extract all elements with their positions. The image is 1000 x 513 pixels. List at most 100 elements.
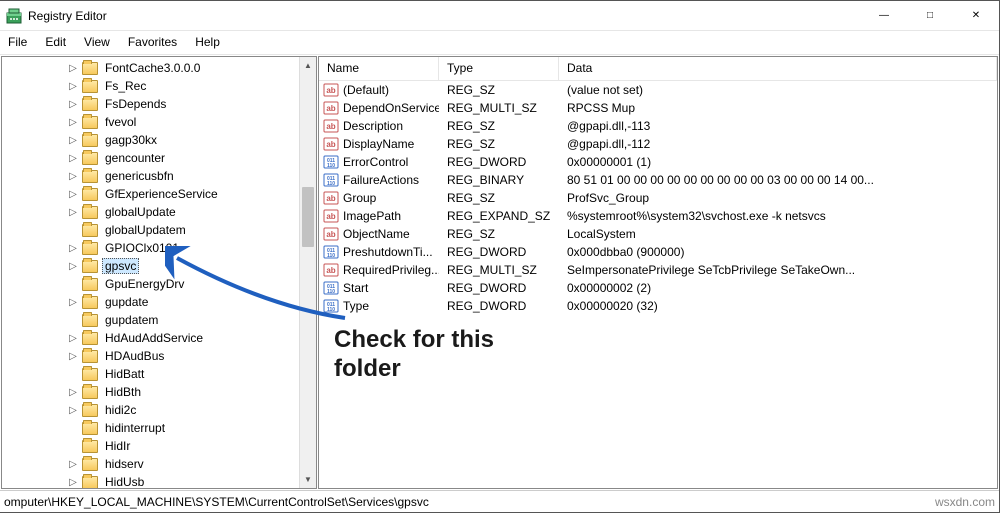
tree-item[interactable]: HidIr [82, 437, 316, 455]
value-name: Group [343, 191, 376, 205]
col-header-type[interactable]: Type [439, 57, 559, 80]
value-row[interactable]: abGroupREG_SZProfSvc_Group [319, 189, 997, 207]
value-name: PreshutdownTi... [343, 245, 433, 259]
tree-item[interactable]: HidBatt [82, 365, 316, 383]
chevron-right-icon[interactable]: ▷ [66, 97, 80, 111]
value-row[interactable]: abDependOnServiceREG_MULTI_SZRPCSS Mup [319, 99, 997, 117]
tree-item[interactable]: ▷GfExperienceService [82, 185, 316, 203]
folder-icon [82, 80, 98, 93]
tree-item[interactable]: ▷HidUsb [82, 473, 316, 489]
menu-file[interactable]: File [0, 33, 35, 51]
menu-help[interactable]: Help [187, 33, 228, 51]
tree-item[interactable]: ▷gagp30kx [82, 131, 316, 149]
tree-item[interactable]: gupdatem [82, 311, 316, 329]
chevron-right-icon[interactable]: ▷ [66, 403, 80, 417]
tree-item[interactable]: ▷GPIOClx0101 [82, 239, 316, 257]
string-value-icon: ab [323, 82, 339, 98]
col-header-data[interactable]: Data [559, 57, 997, 80]
chevron-right-icon[interactable]: ▷ [66, 385, 80, 399]
status-path: omputer\HKEY_LOCAL_MACHINE\SYSTEM\Curren… [4, 495, 429, 509]
value-row[interactable]: ab(Default)REG_SZ(value not set) [319, 81, 997, 99]
tree-item[interactable]: ▷HdAudAddService [82, 329, 316, 347]
tree-item[interactable]: ▷fvevol [82, 113, 316, 131]
maximize-button[interactable]: □ [907, 1, 953, 30]
tree-item[interactable]: globalUpdatem [82, 221, 316, 239]
tree-item[interactable]: ▷Fs_Rec [82, 77, 316, 95]
menu-view[interactable]: View [76, 33, 118, 51]
chevron-right-icon[interactable]: ▷ [66, 475, 80, 489]
chevron-right-icon[interactable]: ▷ [66, 241, 80, 255]
value-row[interactable]: 011110TypeREG_DWORD0x00000020 (32) [319, 297, 997, 315]
tree-item[interactable]: ▷gencounter [82, 149, 316, 167]
col-header-name[interactable]: Name [319, 57, 439, 80]
value-name: DependOnService [343, 101, 439, 115]
chevron-right-icon[interactable]: ▷ [66, 295, 80, 309]
scroll-down-icon[interactable]: ▼ [300, 471, 316, 488]
value-row[interactable]: abRequiredPrivileg...REG_MULTI_SZSeImper… [319, 261, 997, 279]
tree-item[interactable]: ▷HidBth [82, 383, 316, 401]
minimize-button[interactable]: — [861, 1, 907, 30]
tree-item[interactable]: ▷genericusbfn [82, 167, 316, 185]
tree-item[interactable]: ▷FsDepends [82, 95, 316, 113]
folder-icon [82, 296, 98, 309]
folder-icon [82, 458, 98, 471]
content-area: ▷FontCache3.0.0.0▷Fs_Rec▷FsDepends▷fvevo… [0, 55, 999, 490]
value-row[interactable]: 011110ErrorControlREG_DWORD0x00000001 (1… [319, 153, 997, 171]
chevron-right-icon[interactable]: ▷ [66, 151, 80, 165]
chevron-right-icon[interactable]: ▷ [66, 457, 80, 471]
value-row[interactable]: abObjectNameREG_SZLocalSystem [319, 225, 997, 243]
svg-text:ab: ab [326, 230, 335, 239]
window-controls: — □ ✕ [861, 1, 999, 30]
tree-item-label: HidUsb [102, 474, 147, 489]
chevron-right-icon[interactable]: ▷ [66, 331, 80, 345]
tree-item[interactable]: ▷globalUpdate [82, 203, 316, 221]
value-row[interactable]: 011110PreshutdownTi...REG_DWORD0x000dbba… [319, 243, 997, 261]
value-row[interactable]: 011110StartREG_DWORD0x00000002 (2) [319, 279, 997, 297]
chevron-right-icon[interactable]: ▷ [66, 79, 80, 93]
tree-item[interactable]: ▷gpsvc [82, 257, 316, 275]
menu-edit[interactable]: Edit [37, 33, 74, 51]
menu-favorites[interactable]: Favorites [120, 33, 185, 51]
chevron-right-icon[interactable]: ▷ [66, 259, 80, 273]
value-data: 0x00000002 (2) [559, 281, 997, 295]
values-pane: Name Type Data ab(Default)REG_SZ(value n… [318, 56, 998, 489]
tree-item[interactable]: ▷FontCache3.0.0.0 [82, 59, 316, 77]
chevron-right-icon[interactable]: ▷ [66, 187, 80, 201]
tree-item[interactable]: hidinterrupt [82, 419, 316, 437]
value-name: Description [343, 119, 403, 133]
value-name: ImagePath [343, 209, 401, 223]
tree-item[interactable]: ▷hidi2c [82, 401, 316, 419]
folder-icon [82, 350, 98, 363]
svg-text:ab: ab [326, 266, 335, 275]
scroll-up-icon[interactable]: ▲ [300, 57, 316, 74]
tree-scrollbar[interactable]: ▲ ▼ [299, 57, 316, 488]
registry-tree[interactable]: ▷FontCache3.0.0.0▷Fs_Rec▷FsDepends▷fvevo… [2, 57, 316, 489]
string-value-icon: ab [323, 226, 339, 242]
tree-item[interactable]: ▷HDAudBus [82, 347, 316, 365]
chevron-right-icon[interactable]: ▷ [66, 349, 80, 363]
value-row[interactable]: abDisplayNameREG_SZ@gpapi.dll,-112 [319, 135, 997, 153]
values-list[interactable]: ab(Default)REG_SZ(value not set)abDepend… [319, 81, 997, 315]
close-button[interactable]: ✕ [953, 1, 999, 30]
scroll-thumb[interactable] [302, 187, 314, 247]
tree-item-label: FsDepends [102, 96, 169, 112]
value-row[interactable]: abDescriptionREG_SZ@gpapi.dll,-113 [319, 117, 997, 135]
tree-item[interactable]: ▷hidserv [82, 455, 316, 473]
svg-text:ab: ab [326, 122, 335, 131]
chevron-right-icon[interactable]: ▷ [66, 133, 80, 147]
value-row[interactable]: abImagePathREG_EXPAND_SZ%systemroot%\sys… [319, 207, 997, 225]
chevron-right-icon[interactable]: ▷ [66, 205, 80, 219]
binary-value-icon: 011110 [323, 298, 339, 314]
value-row[interactable]: 011110FailureActionsREG_BINARY80 51 01 0… [319, 171, 997, 189]
chevron-right-icon[interactable]: ▷ [66, 61, 80, 75]
tree-item-label: HidBatt [102, 366, 147, 382]
folder-icon [82, 368, 98, 381]
value-name: DisplayName [343, 137, 414, 151]
tree-item-label: HdAudAddService [102, 330, 206, 346]
chevron-right-icon[interactable]: ▷ [66, 169, 80, 183]
tree-item-label: gagp30kx [102, 132, 160, 148]
chevron-right-icon[interactable]: ▷ [66, 115, 80, 129]
tree-item[interactable]: ▷gupdate [82, 293, 316, 311]
tree-item[interactable]: GpuEnergyDrv [82, 275, 316, 293]
folder-icon [82, 242, 98, 255]
